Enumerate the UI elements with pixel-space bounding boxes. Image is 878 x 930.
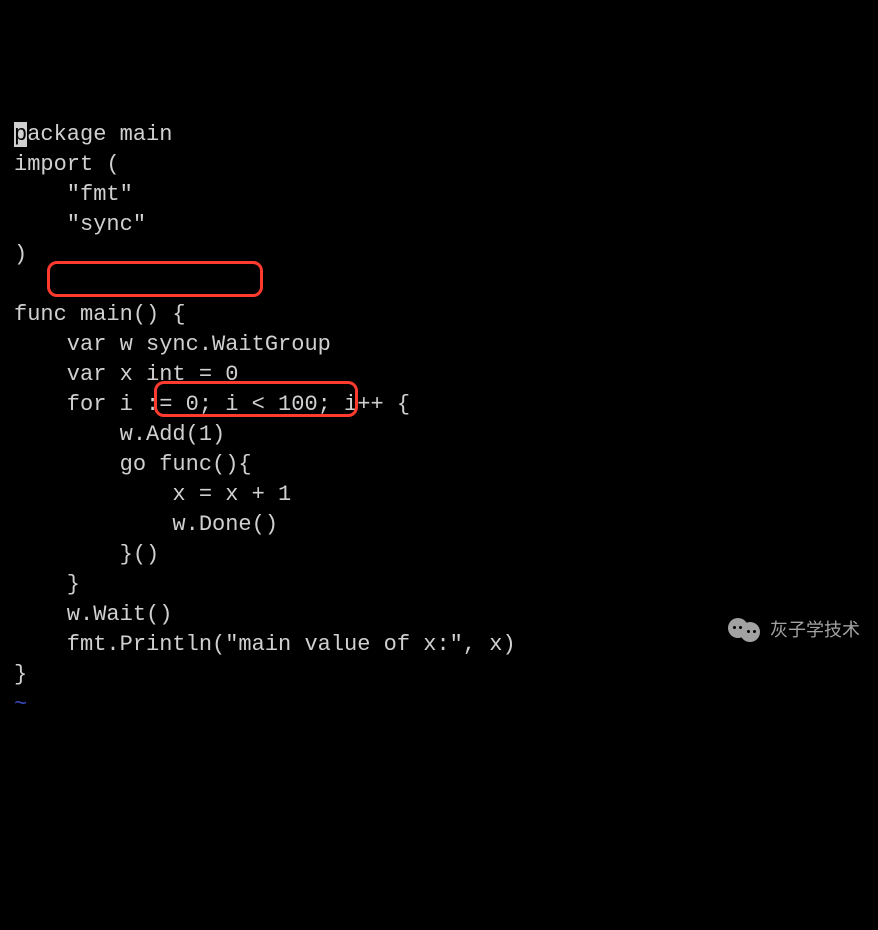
code-line: ) [0, 240, 878, 270]
code-line: } [0, 570, 878, 600]
code-line: for i := 0; i < 100; i++ { [0, 390, 878, 420]
code-line: w.Done() [0, 510, 878, 540]
code-line: import ( [0, 150, 878, 180]
code-line [0, 270, 878, 300]
code-line: go func(){ [0, 450, 878, 480]
code-line: var w sync.WaitGroup [0, 330, 878, 360]
code-line: w.Add(1) [0, 420, 878, 450]
code-line: x = x + 1 [0, 480, 878, 510]
code-line: "fmt" [0, 180, 878, 210]
watermark: 灰子学技术 [728, 615, 860, 645]
cursor: p [14, 122, 27, 147]
empty-line-tilde: ~ [0, 692, 27, 717]
wechat-bubbles-icon [728, 616, 762, 644]
code-line: "sync" [0, 210, 878, 240]
code-line: package main [0, 120, 878, 150]
code-line: }() [0, 540, 878, 570]
code-line: var x int = 0 [0, 360, 878, 390]
code-line: func main() { [0, 300, 878, 330]
watermark-text: 灰子学技术 [770, 615, 860, 645]
